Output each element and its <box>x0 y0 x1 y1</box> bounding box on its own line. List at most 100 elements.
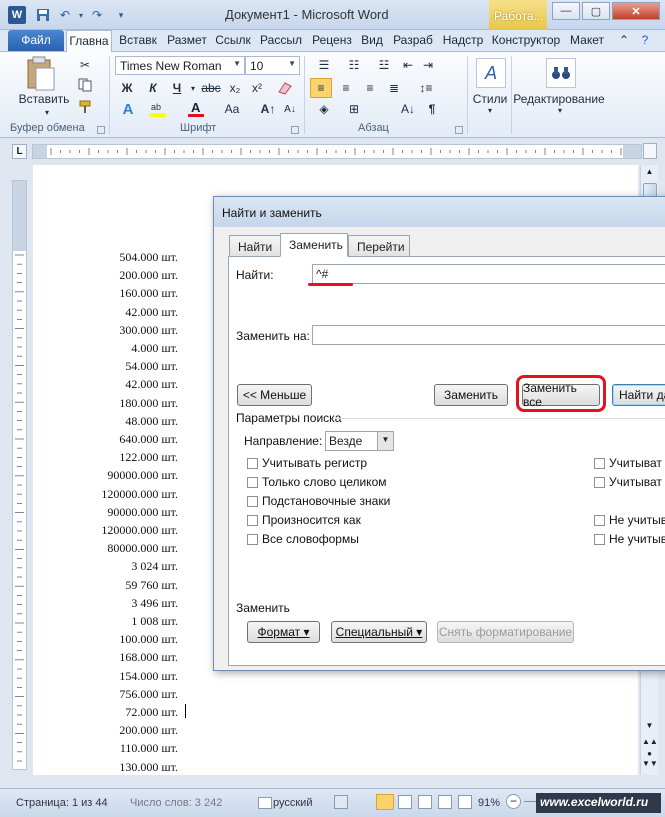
option-label[interactable]: Не учитыв <box>609 513 665 527</box>
increase-indent-icon[interactable]: ⇥ <box>418 56 438 74</box>
tab-find[interactable]: Найти <box>229 235 281 257</box>
option-checkbox[interactable] <box>247 458 258 469</box>
language[interactable]: русский <box>273 797 312 809</box>
tab-design[interactable]: Конструктор <box>488 30 564 52</box>
option-checkbox[interactable] <box>247 496 258 507</box>
align-right-button[interactable]: ≡ <box>360 78 380 98</box>
option-label[interactable]: Произносится как <box>262 513 361 527</box>
tab-view[interactable]: Вид <box>358 30 386 52</box>
italic-button[interactable]: К <box>144 79 162 97</box>
font-launcher-icon[interactable] <box>291 126 299 134</box>
option-label[interactable]: Учитывать регистр <box>262 456 367 470</box>
page-count[interactable]: Страница: 1 из 44 <box>16 797 108 809</box>
option-checkbox[interactable] <box>247 477 258 488</box>
scroll-down-icon[interactable]: ▼ <box>642 721 657 735</box>
clear-formatting-icon[interactable] <box>274 79 296 97</box>
option-label[interactable]: Не учитыв <box>609 532 665 546</box>
decrease-indent-icon[interactable]: ⇤ <box>398 56 418 74</box>
editing-button[interactable]: Редактирование <box>513 92 604 106</box>
help-icon[interactable]: ? <box>636 30 654 52</box>
maximize-button[interactable]: ▢ <box>582 2 610 20</box>
word-count[interactable]: Число слов: 3 242 <box>130 797 222 809</box>
font-name-combo[interactable]: Times New Roman ▼ <box>115 56 245 75</box>
bullets-icon[interactable]: ☰ <box>312 56 336 74</box>
word-logo-icon[interactable]: W <box>8 6 26 24</box>
shading-icon[interactable]: ◈ <box>312 100 336 118</box>
browse-object-icon[interactable]: ● <box>642 749 657 759</box>
underline-button[interactable]: Ч <box>168 79 186 97</box>
replace-all-button[interactable]: Заменить все <box>522 381 600 409</box>
styles-dropdown-icon[interactable]: ▾ <box>484 106 496 115</box>
underline-dropdown-icon[interactable]: ▾ <box>188 79 198 97</box>
option-checkbox[interactable] <box>594 458 605 469</box>
replace-input[interactable] <box>312 325 665 345</box>
no-formatting-button[interactable]: Снять форматирование <box>437 621 574 643</box>
close-button[interactable]: ✕ <box>612 2 660 20</box>
tab-table-layout[interactable]: Макет <box>566 30 608 52</box>
minimize-button[interactable]: — <box>552 2 580 20</box>
cut-icon[interactable]: ✂ <box>76 56 94 74</box>
bold-button[interactable]: Ж <box>118 79 136 97</box>
numbering-icon[interactable]: ☷ <box>342 56 366 74</box>
redo-icon[interactable]: ↷ <box>88 6 106 24</box>
web-layout-view-icon[interactable] <box>418 795 432 809</box>
subscript-button[interactable]: x₂ <box>226 79 244 97</box>
borders-icon[interactable]: ⊞ <box>342 100 366 118</box>
grow-font-button[interactable]: A↑ <box>258 100 278 118</box>
scroll-up-icon[interactable]: ▲ <box>642 167 657 181</box>
tab-developer[interactable]: Разраб <box>390 30 436 52</box>
line-spacing-icon[interactable]: ↕≡ <box>414 78 438 98</box>
tab-selector-icon[interactable]: L <box>12 144 27 159</box>
special-button[interactable]: Специальный ▾ <box>331 621 427 643</box>
highlight-icon[interactable]: ab <box>148 100 168 118</box>
format-painter-icon[interactable] <box>76 98 94 116</box>
macro-record-icon[interactable] <box>334 795 348 809</box>
copy-icon[interactable] <box>76 76 94 94</box>
sort-icon[interactable]: A↓ <box>398 100 418 118</box>
align-center-button[interactable]: ≡ <box>336 78 356 98</box>
format-button[interactable]: Формат ▾ <box>247 621 320 643</box>
option-checkbox[interactable] <box>247 534 258 545</box>
proofing-icon[interactable] <box>258 797 272 809</box>
tab-insert[interactable]: Вставк <box>116 30 160 52</box>
shrink-font-button[interactable]: A↓ <box>280 100 300 118</box>
direction-select[interactable]: Везде ▼ <box>325 431 394 451</box>
option-checkbox[interactable] <box>594 477 605 488</box>
font-color-icon[interactable]: A <box>186 100 206 118</box>
option-label[interactable]: Учитыват <box>609 475 662 489</box>
show-marks-icon[interactable]: ¶ <box>422 100 442 118</box>
prev-page-icon[interactable]: ▲▲ <box>642 737 658 749</box>
save-icon[interactable] <box>34 6 52 24</box>
binoculars-icon[interactable] <box>546 58 576 88</box>
chevron-down-icon[interactable]: ▼ <box>377 432 393 450</box>
option-label[interactable]: Все словоформы <box>262 532 359 546</box>
view-ruler-icon[interactable] <box>643 143 657 159</box>
less-button[interactable]: << Меньше <box>237 384 312 406</box>
paste-icon[interactable] <box>22 56 58 94</box>
paste-button[interactable]: Вставить <box>14 92 74 106</box>
tab-home[interactable]: Главна <box>66 30 112 53</box>
replace-button[interactable]: Заменить <box>434 384 508 406</box>
print-layout-view-icon[interactable] <box>376 794 394 810</box>
option-checkbox[interactable] <box>594 515 605 526</box>
styles-button[interactable]: Стили <box>470 92 510 106</box>
minimize-ribbon-icon[interactable]: ⌃ <box>616 30 632 52</box>
strikethrough-button[interactable]: abc <box>201 79 220 97</box>
full-screen-view-icon[interactable] <box>398 795 412 809</box>
option-checkbox[interactable] <box>247 515 258 526</box>
font-size-combo[interactable]: 10 ▼ <box>245 56 300 75</box>
align-left-button[interactable]: ≡ <box>310 78 332 98</box>
styles-icon[interactable]: A <box>476 58 506 88</box>
option-label[interactable]: Подстановочные знаки <box>262 494 390 508</box>
paste-dropdown-icon[interactable]: ▾ <box>42 108 52 117</box>
draft-view-icon[interactable] <box>458 795 472 809</box>
find-input[interactable]: ^# <box>312 264 665 284</box>
tab-addins[interactable]: Надстр <box>440 30 486 52</box>
tab-goto[interactable]: Перейти <box>348 235 410 257</box>
tab-replace[interactable]: Заменить <box>280 233 348 257</box>
tab-mailings[interactable]: Рассыл <box>258 30 304 52</box>
option-label[interactable]: Учитыват <box>609 456 662 470</box>
text-effects-icon[interactable]: A <box>118 100 138 118</box>
zoom-level[interactable]: 91% <box>478 797 500 809</box>
horizontal-ruler[interactable] <box>32 144 642 159</box>
